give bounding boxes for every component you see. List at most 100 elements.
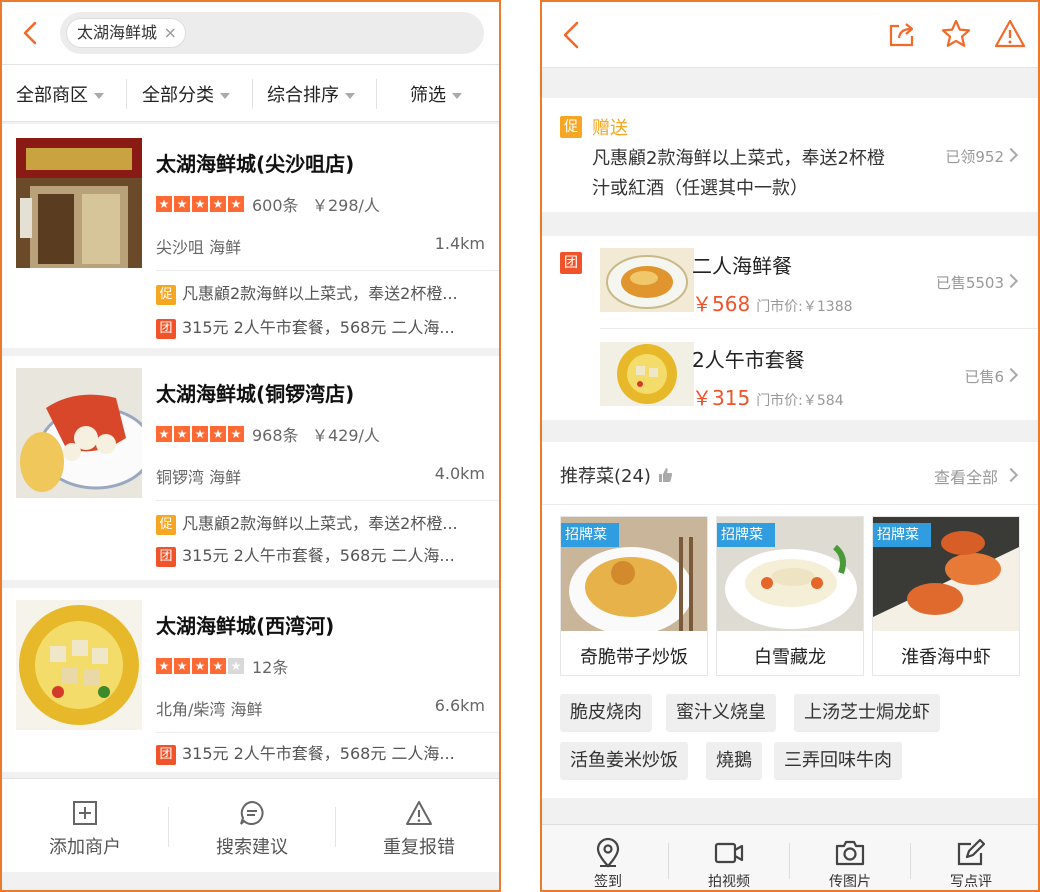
shop-name: 太湖海鲜城(尖沙咀店) — [156, 152, 355, 176]
clear-keyword-icon[interactable]: × — [164, 19, 177, 47]
caret-down-icon — [220, 93, 230, 99]
star-filled-icon: ★ — [174, 658, 190, 674]
deal-price: ￥315 门市价:￥584 — [692, 386, 844, 410]
deal-original-price: 门市价:￥584 — [756, 393, 844, 409]
shop-card-sai-wan-ho[interactable]: 太湖海鲜城(西湾河) ★ ★ ★ ★ ★ 12条 北角/柴湾 海鲜 6.6km 团 315… — [2, 588, 499, 772]
deal-line[interactable]: 团 315元 2人午市套餐，568元 二人海... — [156, 542, 455, 567]
record-video-button[interactable]: 拍视频 — [669, 825, 789, 890]
deal-sold-count: 已售5503 — [935, 274, 1004, 292]
share-icon[interactable] — [886, 18, 918, 50]
chevron-right-icon — [1003, 367, 1019, 383]
detail-action-bar: 签到 拍视频 传图片 写点评 — [542, 824, 1038, 890]
caret-down-icon — [345, 93, 355, 99]
filter-sort[interactable]: 综合排序 — [267, 81, 355, 107]
shop-area: 铜锣湾 海鲜 — [156, 468, 242, 487]
dish-photo: 招牌菜 — [717, 517, 863, 631]
dish-name: 奇脆带子炒饭 — [580, 647, 688, 668]
signature-badge: 招牌菜 — [873, 523, 931, 547]
shop-distance: 1.4km — [434, 234, 485, 253]
shop-card-tsim-sha-tsui[interactable]: 太湖海鲜城(尖沙咀店) ★ ★ ★ ★ ★ 600条 ￥298/人 尖沙咀 海鲜 1.4… — [2, 124, 499, 348]
report-duplicate-button[interactable]: 重复报错 — [336, 779, 499, 873]
search-suggestion-button[interactable]: 搜索建议 — [169, 779, 335, 873]
group-deals-section: 团 二人海鲜餐 ￥568 门市价:￥1388 已售5503 2人午市套餐 ￥315… — [542, 236, 1038, 420]
dish-tag[interactable]: 脆皮烧肉 — [560, 694, 652, 732]
search-header: 太湖海鲜城 × — [2, 2, 499, 64]
shop-photo — [16, 600, 142, 730]
star-filled-icon: ★ — [210, 196, 226, 212]
favorite-star-icon[interactable] — [940, 18, 972, 50]
deal-original-price: 门市价:￥1388 — [756, 299, 853, 315]
filter-category[interactable]: 全部分类 — [142, 81, 230, 107]
promo-line[interactable]: 促凡惠顧2款海鲜以上菜式，奉送2杯橙... — [156, 510, 458, 535]
dish-card-fried-rice[interactable]: 招牌菜 奇脆带子炒饭 — [560, 516, 708, 676]
rating-stars: ★ ★ ★ ★ ★ — [156, 196, 244, 212]
add-merchant-button[interactable]: 添加商户 — [2, 779, 168, 873]
search-results-screen: 太湖海鲜城 × 全部商区 全部分类 综合排序 筛选 太湖海鲜城(尖沙咀店) ★ … — [0, 0, 501, 892]
chevron-right-icon — [1003, 467, 1019, 483]
avg-price: ￥298/人 — [312, 196, 380, 215]
promo-tag: 促 — [156, 515, 176, 535]
chevron-right-icon — [1003, 147, 1019, 163]
video-camera-icon — [714, 842, 744, 864]
dish-tag[interactable]: 三弄回味牛肉 — [774, 742, 902, 780]
back-arrow-icon[interactable] — [558, 20, 586, 50]
thumbs-up-icon — [658, 468, 672, 482]
divider — [156, 270, 499, 271]
signature-badge: 招牌菜 — [717, 523, 775, 547]
caret-down-icon — [94, 93, 104, 99]
deal-line[interactable]: 团 315元 2人午市套餐，568元 二人海... — [156, 314, 455, 339]
promo-tag: 促 — [156, 285, 176, 305]
shop-card-causeway-bay[interactable]: 太湖海鲜城(铜锣湾店) ★ ★ ★ ★ ★ 968条 ￥429/人 铜锣湾 海鲜 4.0… — [2, 356, 499, 580]
shop-distance: 6.6km — [434, 696, 485, 715]
warning-icon — [406, 801, 432, 825]
avg-price: ￥429/人 — [312, 426, 380, 445]
edit-review-icon — [957, 838, 986, 866]
promo-line[interactable]: 促凡惠顧2款海鲜以上菜式，奉送2杯橙... — [156, 280, 458, 305]
star-filled-icon: ★ — [156, 196, 172, 212]
search-keyword: 太湖海鲜城 — [77, 23, 158, 42]
promo-text-line2: 汁或紅酒（任選其中一款） — [592, 178, 808, 199]
search-keyword-chip[interactable]: 太湖海鲜城 × — [66, 18, 187, 48]
star-empty-icon: ★ — [228, 658, 244, 674]
star-filled-icon: ★ — [156, 658, 172, 674]
dish-name: 淮香海中虾 — [901, 647, 991, 668]
group-deal-tag: 团 — [156, 319, 176, 339]
write-review-button[interactable]: 写点评 — [911, 825, 1031, 890]
divider — [252, 79, 253, 109]
feedback-toolbar: 添加商户 搜索建议 重复报错 — [2, 778, 499, 872]
filter-district[interactable]: 全部商区 — [16, 81, 104, 107]
filter-screen[interactable]: 筛选 — [410, 81, 462, 107]
review-count: 600条 — [252, 196, 299, 215]
shop-photo — [16, 368, 142, 498]
recommend-title: 推荐菜(24) — [560, 462, 673, 488]
star-filled-icon: ★ — [156, 426, 172, 442]
deal-name: 二人海鲜餐 — [692, 254, 792, 278]
filter-bar: 全部商区 全部分类 综合排序 筛选 — [2, 64, 499, 122]
divider — [376, 79, 377, 109]
star-filled-icon: ★ — [192, 196, 208, 212]
upload-photo-button[interactable]: 传图片 — [790, 825, 910, 890]
dish-tag[interactable]: 燒鵝 — [706, 742, 762, 780]
promo-text-line1: 凡惠顧2款海鲜以上菜式，奉送2杯橙 — [592, 148, 885, 169]
view-all-dishes-link[interactable]: 查看全部 — [934, 464, 998, 488]
dish-tag[interactable]: 活鱼姜米炒饭 — [560, 742, 688, 780]
rating-stars: ★ ★ ★ ★ ★ — [156, 426, 244, 442]
shop-area: 尖沙咀 海鲜 — [156, 238, 242, 257]
signature-badge: 招牌菜 — [561, 523, 619, 547]
star-filled-icon: ★ — [174, 196, 190, 212]
check-in-button[interactable]: 签到 — [548, 825, 668, 890]
dish-tag[interactable]: 蜜汁义烧皇 — [666, 694, 776, 732]
report-warning-icon[interactable] — [994, 18, 1026, 50]
promo-title: 赠送 — [592, 118, 628, 139]
caret-down-icon — [452, 93, 462, 99]
dish-tag[interactable]: 上汤芝士焗龙虾 — [794, 694, 940, 732]
shop-distance: 4.0km — [434, 464, 485, 483]
search-input[interactable]: 太湖海鲜城 × — [60, 12, 484, 54]
gift-promo-section[interactable]: 促 赠送 凡惠顧2款海鲜以上菜式，奉送2杯橙 汁或紅酒（任選其中一款） 已领95… — [542, 98, 1038, 212]
shop-photo — [16, 138, 142, 268]
back-arrow-icon[interactable] — [18, 20, 44, 46]
dish-card-lobster[interactable]: 招牌菜 白雪藏龙 — [716, 516, 864, 676]
divider — [156, 732, 499, 733]
dish-card-prawns[interactable]: 招牌菜 淮香海中虾 — [872, 516, 1020, 676]
deal-line[interactable]: 团 315元 2人午市套餐，568元 二人海... — [156, 740, 455, 765]
